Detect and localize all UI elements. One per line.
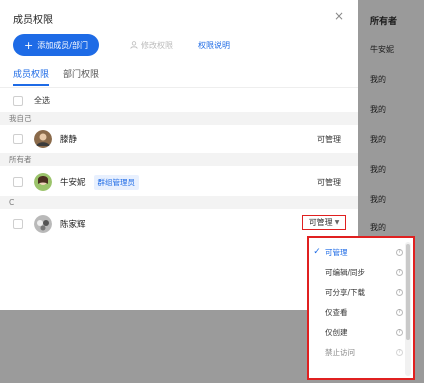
background-owner-header: 所有者 xyxy=(370,17,398,27)
avatar xyxy=(34,173,52,191)
member-name: 滕静 xyxy=(60,135,78,145)
menu-item-view-only[interactable]: 仅查看 ? xyxy=(309,302,403,322)
menu-item-label: 禁止访问 xyxy=(325,347,355,357)
edit-permission-label: 修改权限 xyxy=(141,41,173,50)
section-header-c: C xyxy=(0,196,358,209)
menu-item-label: 可管理 xyxy=(325,247,348,257)
add-member-label: 添加成员/部门 xyxy=(37,40,88,50)
background-cell: 我的 xyxy=(370,223,386,232)
permission-explain-link[interactable]: 权限说明 xyxy=(198,40,230,51)
select-all-row: 全选 xyxy=(13,95,50,106)
select-all-checkbox[interactable] xyxy=(13,95,23,106)
check-icon: ✓ xyxy=(313,247,321,257)
modal-title: 成员权限 xyxy=(13,15,53,26)
permission-tabs: 成员权限 部门权限 xyxy=(13,67,99,86)
menu-item-label: 仅查看 xyxy=(325,307,348,317)
background-cell: 我的 xyxy=(370,165,386,174)
member-permission[interactable]: 可管理 xyxy=(317,177,341,188)
menu-item-create-only[interactable]: 仅创建 ? xyxy=(309,322,403,342)
menu-item-edit-sync[interactable]: 可编辑/同步 ? xyxy=(309,262,403,282)
info-icon[interactable]: ? xyxy=(396,248,403,256)
permission-select[interactable]: 可管理 ▼ xyxy=(302,215,346,230)
menu-item-no-access[interactable]: 禁止访问 ? xyxy=(309,342,403,362)
member-permission-modal: 成员权限 × + 添加成员/部门 修改权限 权限说明 成员权限 部门权限 全选 … xyxy=(0,0,358,310)
background-cell: 我的 xyxy=(370,195,386,204)
menu-item-label: 可分享/下载 xyxy=(325,287,366,297)
avatar xyxy=(34,215,52,233)
menu-item-manage[interactable]: ✓ 可管理 ? xyxy=(309,242,403,262)
background-cell: 我的 xyxy=(370,135,386,144)
info-icon[interactable]: ? xyxy=(396,308,403,316)
menu-item-share-download[interactable]: 可分享/下载 ? xyxy=(309,282,403,302)
menu-item-label: 可编辑/同步 xyxy=(325,267,366,277)
background-cell: 我的 xyxy=(370,75,386,84)
tab-member-permission[interactable]: 成员权限 xyxy=(13,67,50,86)
avatar xyxy=(34,130,52,148)
member-row: 滕静 xyxy=(13,130,77,148)
background-cell: 我的 xyxy=(370,105,386,114)
edit-permission-button[interactable]: 修改权限 xyxy=(130,40,173,51)
member-name: 牛安妮 xyxy=(60,178,86,188)
chevron-down-icon: ▼ xyxy=(334,219,340,226)
member-checkbox[interactable] xyxy=(13,177,23,187)
add-member-button[interactable]: + 添加成员/部门 xyxy=(13,34,99,56)
member-checkbox[interactable] xyxy=(13,219,23,229)
scrollbar-thumb[interactable] xyxy=(406,244,410,340)
info-icon[interactable]: ? xyxy=(396,288,403,296)
permission-dropdown-menu: ✓ 可管理 ? 可编辑/同步 ? 可分享/下载 ? 仅查看 ? 仅创建 ? 禁止… xyxy=(307,236,415,380)
user-icon xyxy=(130,40,138,51)
tabs-divider xyxy=(0,87,358,88)
info-icon[interactable]: ? xyxy=(396,328,403,336)
section-header-self: 我自己 xyxy=(0,112,358,125)
member-row: 牛安妮 群组管理员 xyxy=(13,173,140,191)
info-icon[interactable]: ? xyxy=(396,348,403,356)
member-checkbox[interactable] xyxy=(13,134,23,144)
select-all-label: 全选 xyxy=(34,96,50,105)
section-header-owner: 所有者 xyxy=(0,153,358,166)
permission-select-value: 可管理 xyxy=(308,218,333,227)
member-permission[interactable]: 可管理 xyxy=(317,134,341,145)
group-admin-badge: 群组管理员 xyxy=(93,174,140,190)
tab-department-permission[interactable]: 部门权限 xyxy=(63,67,99,86)
close-icon[interactable]: × xyxy=(334,9,344,23)
menu-item-label: 仅创建 xyxy=(325,327,348,337)
member-name: 陈家辉 xyxy=(60,220,86,230)
plus-icon: + xyxy=(24,38,34,52)
info-icon[interactable]: ? xyxy=(396,268,403,276)
background-cell: 牛安妮 xyxy=(370,45,394,54)
member-row: 陈家辉 xyxy=(13,215,86,233)
